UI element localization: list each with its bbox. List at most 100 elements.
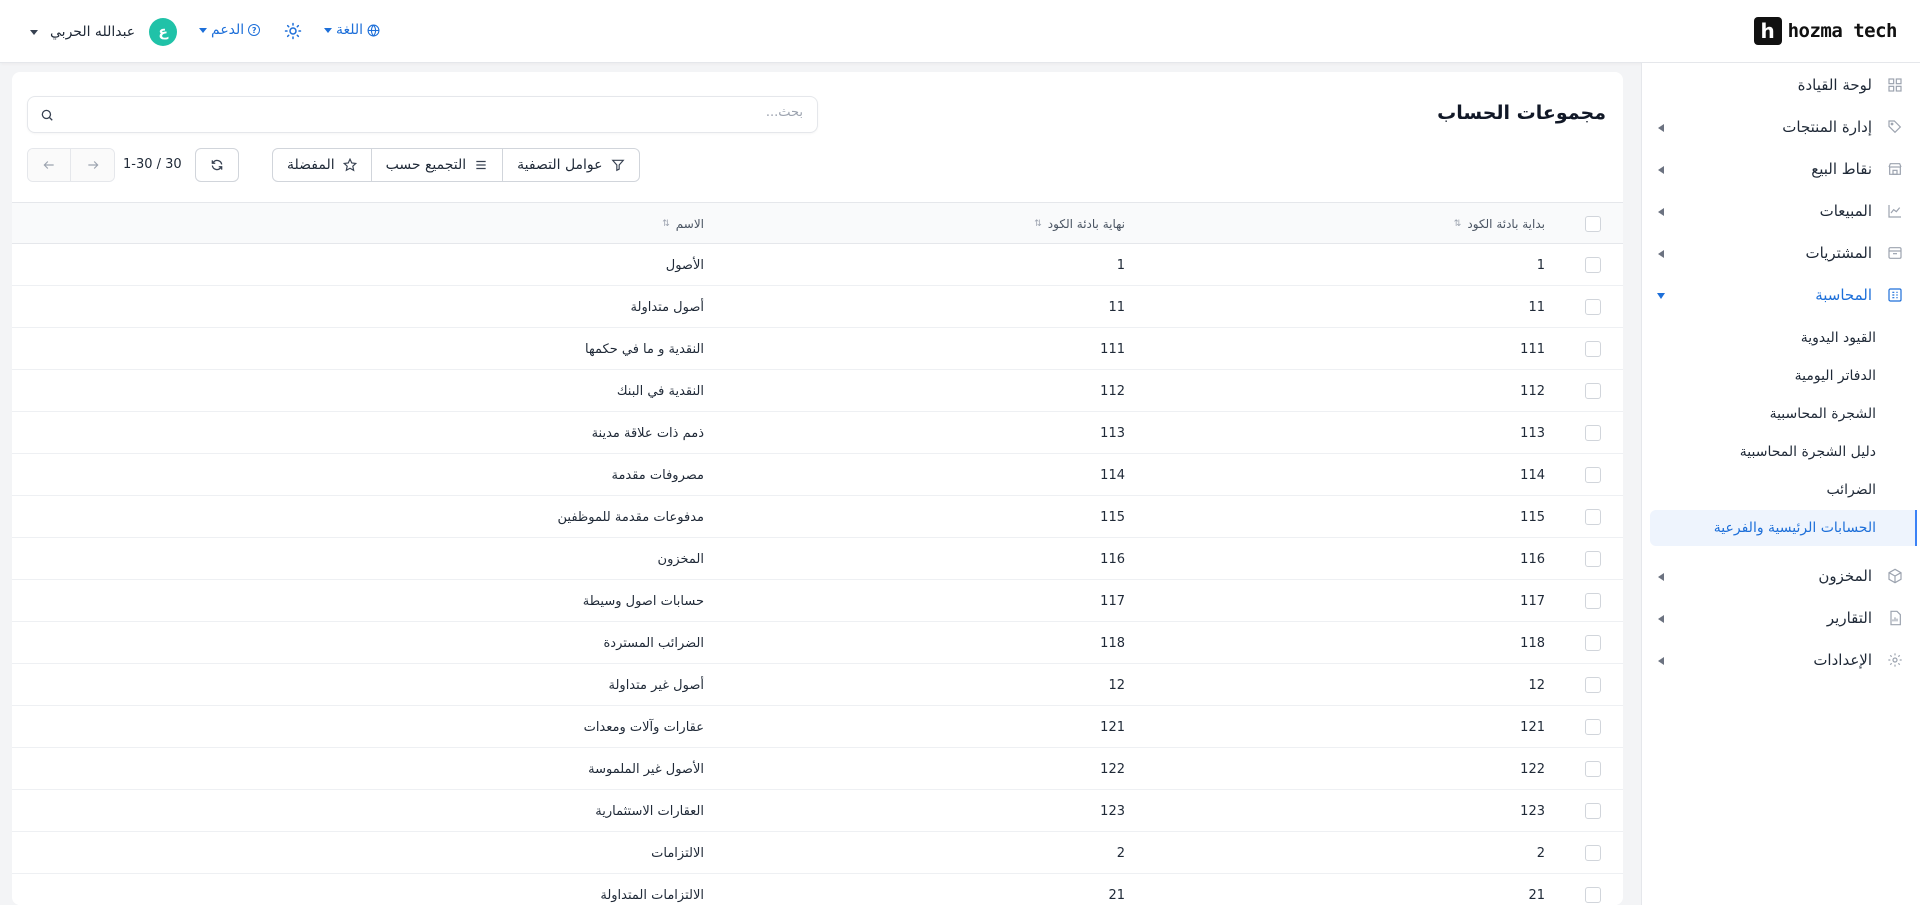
- group-by-button[interactable]: التجميع حسب: [372, 149, 504, 181]
- sidebar-item-label: إدارة المنتجات: [1782, 118, 1872, 136]
- sidebar-item-sales[interactable]: المبيعات: [1641, 190, 1920, 232]
- cell-start-prefix: 122: [1520, 761, 1545, 777]
- table-row[interactable]: 2 2 الالتزامات: [12, 832, 1623, 874]
- table-row[interactable]: 118 118 الضرائب المستردة: [12, 622, 1623, 664]
- cell-name: الضرائب المستردة: [603, 635, 704, 651]
- sidebar-subitem-taxes[interactable]: الضرائب: [1641, 471, 1920, 509]
- row-checkbox[interactable]: [1585, 635, 1601, 651]
- cell-start-prefix: 111: [1520, 341, 1545, 357]
- search-input[interactable]: [63, 105, 803, 120]
- sidebar-item-accounting[interactable]: المحاسبة: [1641, 274, 1920, 316]
- sidebar-item-products[interactable]: إدارة المنتجات: [1641, 106, 1920, 148]
- row-select-cell: [1585, 874, 1601, 905]
- chevron-down-icon: [199, 27, 207, 33]
- table-row[interactable]: 122 122 الأصول غير الملموسة: [12, 748, 1623, 790]
- table-row[interactable]: 111 111 النقدية و ما في حكمها: [12, 328, 1623, 370]
- table-row[interactable]: 117 117 حسابات اصول وسيطة: [12, 580, 1623, 622]
- row-checkbox[interactable]: [1585, 845, 1601, 861]
- row-checkbox[interactable]: [1585, 341, 1601, 357]
- sidebar-item-settings[interactable]: الإعدادات: [1641, 639, 1920, 681]
- column-header-start-prefix[interactable]: بداية بادئة الكود ⇅: [1454, 203, 1545, 245]
- table-row[interactable]: 121 121 عقارات وآلات ومعدات: [12, 706, 1623, 748]
- favorites-button[interactable]: المفضلة: [273, 149, 372, 181]
- row-checkbox[interactable]: [1585, 467, 1601, 483]
- menu-icon: [476, 160, 486, 170]
- cell-name: مدفوعات مقدمة للموظفين: [557, 509, 704, 525]
- sidebar-item-label: المبيعات: [1819, 202, 1872, 220]
- column-header-name[interactable]: الاسم ⇅: [662, 203, 704, 245]
- table-row[interactable]: 116 116 المخزون: [12, 538, 1623, 580]
- language-menu[interactable]: اللغة: [324, 22, 380, 38]
- sidebar-subitem-journals[interactable]: الدفاتر اليومية: [1641, 357, 1920, 395]
- cell-name: أصول متداولة: [630, 299, 704, 315]
- cell-name: النقدية و ما في حكمها: [585, 341, 704, 357]
- sidebar-subitem-chart-guide[interactable]: دليل الشجرة المحاسبية: [1641, 433, 1920, 471]
- sidebar-item-label: المشتريات: [1805, 244, 1872, 262]
- table-row[interactable]: 114 114 مصروفات مقدمة: [12, 454, 1623, 496]
- star-icon: [342, 158, 357, 172]
- next-page-button[interactable]: [71, 149, 114, 181]
- brand-logo[interactable]: h hozma tech: [1753, 17, 1898, 45]
- search-icon[interactable]: [40, 108, 54, 122]
- row-checkbox[interactable]: [1585, 677, 1601, 693]
- row-checkbox[interactable]: [1585, 761, 1601, 777]
- sidebar-subitem-manual-entries[interactable]: القيود اليدوية: [1641, 319, 1920, 357]
- prev-page-button[interactable]: [28, 149, 72, 181]
- account-groups-table: بداية بادئة الكود ⇅ نهاية بادئة الكود ⇅ ال…: [12, 202, 1623, 905]
- row-checkbox[interactable]: [1585, 803, 1601, 819]
- sidebar-item-purchases[interactable]: المشتريات: [1641, 232, 1920, 274]
- sidebar-item-inventory[interactable]: المخزون: [1641, 555, 1920, 597]
- table-row[interactable]: 12 12 أصول غير متداولة: [12, 664, 1623, 706]
- table-row[interactable]: 123 123 العقارات الاستثمارية: [12, 790, 1623, 832]
- cell-end-prefix: 12: [1108, 677, 1125, 693]
- search-box[interactable]: [27, 96, 818, 133]
- row-checkbox[interactable]: [1585, 299, 1601, 315]
- row-select-cell: [1585, 664, 1601, 706]
- column-header-end-prefix[interactable]: نهاية بادئة الكود ⇅: [1034, 203, 1125, 245]
- globe-icon: [367, 24, 380, 37]
- cell-start-prefix: 116: [1520, 551, 1545, 567]
- support-menu[interactable]: الدعم ?: [199, 22, 261, 38]
- row-checkbox[interactable]: [1585, 887, 1601, 903]
- help-icon: ?: [248, 24, 261, 36]
- sidebar-item-label: نقاط البيع: [1811, 160, 1872, 178]
- sidebar-subitem-account-groups[interactable]: الحسابات الرئيسية والفرعية: [1641, 509, 1920, 547]
- row-select-cell: [1585, 328, 1601, 370]
- table-row[interactable]: 21 21 الالتزامات المتداولة: [12, 874, 1623, 905]
- row-checkbox[interactable]: [1585, 425, 1601, 441]
- refresh-button[interactable]: [195, 148, 239, 182]
- row-checkbox[interactable]: [1585, 551, 1601, 567]
- chevron-left-icon: [1658, 573, 1664, 581]
- table-row[interactable]: 1 1 الأصول: [12, 244, 1623, 286]
- sidebar-subitem-label: الشجرة المحاسبية: [1769, 406, 1876, 422]
- cell-name: الأصول: [665, 257, 704, 273]
- cell-start-prefix: 11: [1528, 299, 1545, 315]
- row-checkbox[interactable]: [1585, 257, 1601, 273]
- select-all-cell: [1585, 203, 1601, 245]
- sidebar-item-dashboard[interactable]: لوحة القيادة: [1641, 64, 1920, 106]
- table-row[interactable]: 113 113 ذمم ذات علاقة مدينة: [12, 412, 1623, 454]
- cell-name: النقدية في البنك: [616, 383, 704, 399]
- filters-button[interactable]: عوامل التصفية: [503, 149, 638, 181]
- row-checkbox[interactable]: [1585, 593, 1601, 609]
- row-select-cell: [1585, 790, 1601, 832]
- chevron-down-icon: [30, 29, 38, 35]
- row-checkbox[interactable]: [1585, 509, 1601, 525]
- user-menu[interactable]: عبدالله الحربي ع: [30, 18, 178, 46]
- chevron-left-icon: [1658, 166, 1664, 174]
- select-all-checkbox[interactable]: [1585, 216, 1601, 232]
- cell-end-prefix: 123: [1100, 803, 1125, 819]
- sidebar-item-label: المحاسبة: [1815, 286, 1872, 304]
- row-checkbox[interactable]: [1585, 719, 1601, 735]
- tag-icon: [1888, 120, 1902, 134]
- sun-icon[interactable]: [284, 22, 302, 40]
- table-row[interactable]: 11 11 أصول متداولة: [12, 286, 1623, 328]
- sidebar-item-pos[interactable]: نقاط البيع: [1641, 148, 1920, 190]
- table-row[interactable]: 115 115 مدفوعات مقدمة للموظفين: [12, 496, 1623, 538]
- row-select-cell: [1585, 286, 1601, 328]
- top-header: h hozma tech عبدالله الحربي ع الدعم ? ال…: [0, 0, 1920, 63]
- sidebar-item-reports[interactable]: التقارير: [1641, 597, 1920, 639]
- row-checkbox[interactable]: [1585, 383, 1601, 399]
- sidebar-subitem-chart-of-accounts[interactable]: الشجرة المحاسبية: [1641, 395, 1920, 433]
- table-row[interactable]: 112 112 النقدية في البنك: [12, 370, 1623, 412]
